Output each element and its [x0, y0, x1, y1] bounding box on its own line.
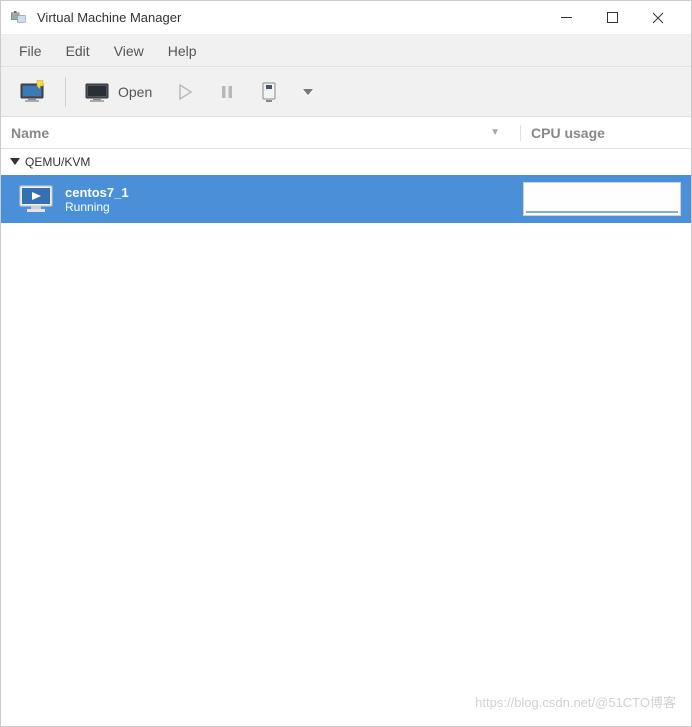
sort-arrow-icon: ▼: [490, 127, 500, 138]
menu-edit[interactable]: Edit: [54, 39, 102, 63]
connection-row[interactable]: QEMU/KVM: [1, 149, 691, 175]
maximize-button[interactable]: [589, 3, 635, 33]
menu-file[interactable]: File: [7, 39, 54, 63]
header-cpu-label: CPU usage: [531, 125, 605, 141]
window-title: Virtual Machine Manager: [37, 10, 181, 25]
menu-help[interactable]: Help: [156, 39, 209, 63]
titlebar: Virtual Machine Manager: [1, 1, 691, 35]
app-icon: [11, 11, 29, 25]
toolbar: Open: [1, 67, 691, 117]
menu-view[interactable]: View: [102, 39, 156, 63]
header-name[interactable]: Name ▼: [1, 125, 521, 141]
header-name-label: Name: [11, 125, 49, 141]
open-vm-button[interactable]: Open: [74, 74, 162, 110]
header-cpu[interactable]: CPU usage: [521, 125, 691, 141]
run-button[interactable]: [166, 77, 204, 107]
new-vm-button[interactable]: [9, 74, 57, 110]
vm-name: centos7_1: [65, 185, 129, 200]
menubar: File Edit View Help: [1, 35, 691, 67]
vm-row[interactable]: centos7_1 Running: [1, 175, 691, 223]
vm-monitor-icon: [19, 184, 53, 214]
vm-status: Running: [65, 200, 129, 214]
close-button[interactable]: [635, 3, 681, 33]
chevron-down-icon: [302, 88, 314, 96]
shutdown-button[interactable]: [250, 76, 288, 108]
minimize-button[interactable]: [543, 3, 589, 33]
open-label: Open: [118, 84, 152, 100]
cpu-usage-graph: [523, 182, 681, 216]
vm-tree: QEMU/KVM centos7_1 Running: [1, 149, 691, 726]
pause-button[interactable]: [208, 77, 246, 107]
collapse-icon: [9, 155, 21, 169]
column-headers: Name ▼ CPU usage: [1, 117, 691, 149]
shutdown-menu-arrow[interactable]: [292, 82, 324, 102]
connection-label: QEMU/KVM: [25, 155, 90, 169]
